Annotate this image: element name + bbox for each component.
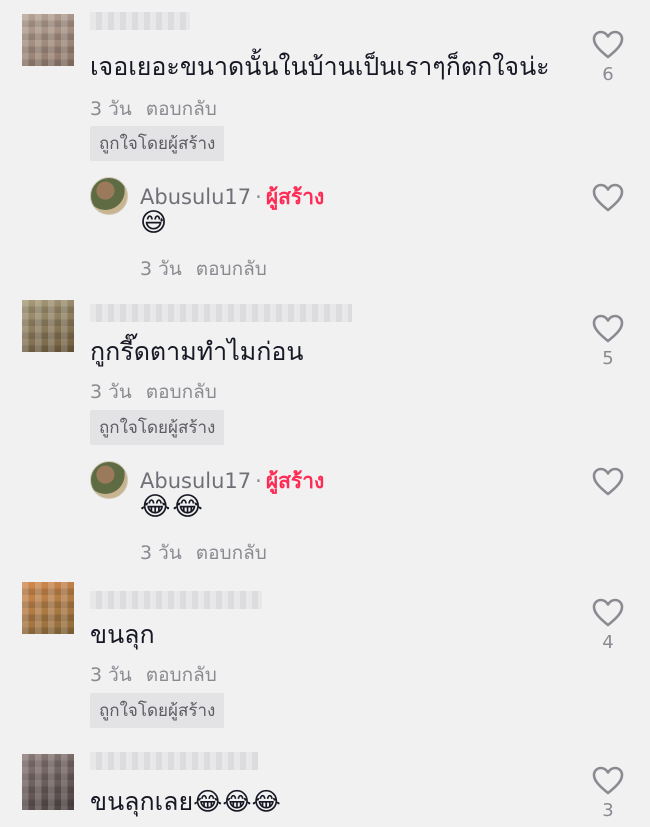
- commenter-avatar[interactable]: [22, 582, 74, 634]
- commenter-username-blurred[interactable]: [90, 12, 190, 30]
- commenter-avatar[interactable]: [22, 754, 74, 810]
- reply-button[interactable]: ตอบกลับ: [146, 98, 217, 120]
- creator-avatar[interactable]: [90, 177, 128, 215]
- creator-username[interactable]: Abusulu17: [140, 185, 251, 209]
- commenter-username-blurred[interactable]: [90, 304, 352, 322]
- creator-username[interactable]: Abusulu17: [140, 469, 251, 493]
- heart-outline-icon: [592, 598, 624, 627]
- commenter-avatar[interactable]: [22, 300, 74, 352]
- reply-button[interactable]: ตอบกลับ: [196, 542, 267, 564]
- heart-outline-icon: [592, 30, 624, 59]
- like-button[interactable]: [592, 314, 624, 344]
- like-button[interactable]: [592, 467, 624, 497]
- comment-text: ขนลุกเลย😂😂😂: [90, 787, 281, 816]
- reply-button[interactable]: ตอบกลับ: [196, 258, 267, 280]
- creator-badge: ผู้สร้าง: [265, 469, 325, 493]
- liked-by-creator-badge: ถูกใจโดยผู้สร้าง: [90, 410, 225, 445]
- separator-dot: ·: [255, 185, 262, 209]
- liked-by-creator-badge: ถูกใจโดยผู้สร้าง: [90, 693, 225, 728]
- reply-meta: 3 วัน ตอบกลับ: [140, 538, 267, 568]
- like-count: 3: [602, 800, 614, 821]
- comment-text: เจอเยอะขนาดนั้นในบ้านเป็นเราๆก็ตกใจน่ะ: [90, 52, 550, 81]
- reply-emoji: 😅: [140, 208, 170, 238]
- reply-emoji: 😂😂: [140, 492, 205, 522]
- comment-time: 3 วัน: [90, 664, 132, 686]
- separator-dot: ·: [255, 469, 262, 493]
- commenter-username-blurred[interactable]: [90, 591, 262, 609]
- reply-button[interactable]: ตอบกลับ: [146, 664, 217, 686]
- comment-meta: 3 วัน ตอบกลับ: [90, 94, 217, 124]
- comment-time: 3 วัน: [90, 98, 132, 120]
- comment-time: 3 วัน: [90, 381, 132, 403]
- heart-outline-icon: [592, 183, 624, 212]
- like-button[interactable]: [592, 183, 624, 213]
- creator-badge: ผู้สร้าง: [265, 185, 325, 209]
- comment-meta: 3 วัน ตอบกลับ: [90, 660, 217, 690]
- commenter-avatar[interactable]: [22, 14, 74, 66]
- reply-meta: 3 วัน ตอบกลับ: [140, 254, 267, 284]
- heart-outline-icon: [592, 314, 624, 343]
- comment-text: กูกรี๊ดตามทำไมก่อน: [90, 337, 304, 366]
- like-button[interactable]: [592, 30, 624, 60]
- reply-button[interactable]: ตอบกลับ: [146, 381, 217, 403]
- like-count: 5: [602, 348, 614, 369]
- heart-outline-icon: [592, 467, 624, 496]
- like-count: 4: [602, 632, 614, 653]
- reply-time: 3 วัน: [140, 542, 182, 564]
- commenter-username-blurred[interactable]: [90, 752, 258, 770]
- like-count: 6: [602, 64, 614, 85]
- liked-by-creator-badge: ถูกใจโดยผู้สร้าง: [90, 126, 225, 161]
- comment-meta: 3 วัน ตอบกลับ: [90, 377, 217, 407]
- reply-time: 3 วัน: [140, 258, 182, 280]
- like-button[interactable]: [592, 766, 624, 796]
- comment-text: ขนลุก: [90, 620, 155, 649]
- creator-avatar[interactable]: [90, 461, 128, 499]
- like-button[interactable]: [592, 598, 624, 628]
- heart-outline-icon: [592, 766, 624, 795]
